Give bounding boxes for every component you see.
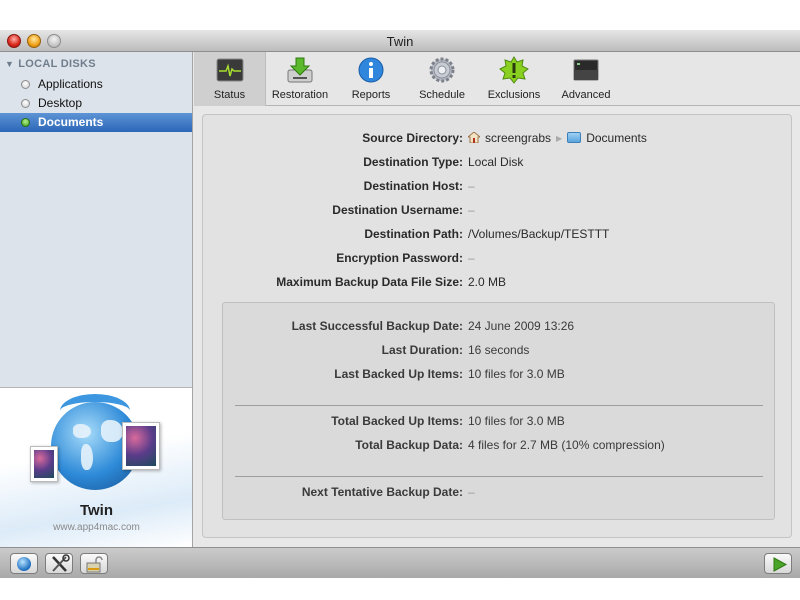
status-dot-icon — [21, 80, 30, 89]
field-label: Destination Host: — [363, 179, 463, 193]
field-label: Total Backup Data: — [355, 438, 463, 452]
home-icon — [468, 132, 480, 143]
lock-icon — [86, 556, 103, 573]
field-value: Local Disk — [468, 155, 524, 169]
field-value: 24 June 2009 13:26 — [468, 319, 575, 333]
status-panel: Source Directory: screengrabs ▶ Documents … — [202, 114, 792, 538]
field-value: – — [468, 485, 475, 499]
field-value: – — [468, 251, 475, 265]
sidebar-item-label: Desktop — [38, 96, 83, 110]
status-monitor-icon — [216, 58, 243, 82]
field-value: 10 files for 3.0 MB — [468, 367, 565, 381]
destination-host-row: Destination Host: – — [203, 179, 793, 197]
tab-status[interactable]: Status — [194, 52, 266, 106]
field-label: Last Duration: — [381, 343, 463, 357]
app-window: Twin ▼ LOCAL DISKS Applications Desktop D… — [0, 30, 800, 578]
field-label: Source Directory: — [362, 131, 463, 145]
destination-username-row: Destination Username: – — [203, 203, 793, 221]
path-home: screengrabs — [485, 131, 552, 145]
path-separator-icon: ▶ — [556, 134, 563, 143]
terminal-icon — [573, 59, 599, 81]
window-title: Twin — [386, 34, 414, 49]
field-value: 10 files for 3.0 MB — [468, 414, 565, 428]
promo-app-name: Twin — [79, 502, 114, 519]
tab-label: Restoration — [271, 89, 329, 101]
tab-label: Advanced — [561, 89, 611, 101]
field-label: Destination Type: — [363, 155, 463, 169]
field-label: Total Backed Up Items: — [331, 414, 463, 428]
tab-label: Status — [213, 89, 246, 101]
info-icon — [358, 57, 384, 83]
web-globe-icon — [17, 557, 31, 571]
sidebar-item-applications[interactable]: Applications — [0, 75, 192, 94]
restore-disk-icon — [287, 57, 313, 83]
start-backup-button[interactable] — [764, 553, 792, 574]
sidebar-item-desktop[interactable]: Desktop — [0, 94, 192, 113]
tools-icon — [52, 554, 70, 572]
total-backup-data-row: Total Backup Data: 4 files for 2.7 MB (1… — [223, 438, 776, 456]
field-value: /Volumes/Backup/TESTTT — [468, 227, 610, 241]
status-dot-icon — [21, 118, 30, 127]
sidebar-item-documents[interactable]: Documents — [0, 113, 192, 132]
divider — [235, 405, 763, 406]
field-label: Last Successful Backup Date: — [291, 319, 463, 333]
sidebar: ▼ LOCAL DISKS Applications Desktop Docume… — [0, 52, 193, 387]
field-value: – — [468, 203, 475, 217]
encryption-password-row: Encryption Password: – — [203, 251, 793, 269]
field-label: Maximum Backup Data File Size: — [276, 275, 463, 289]
last-backed-up-items-row: Last Backed Up Items: 10 files for 3.0 M… — [223, 367, 776, 385]
field-label: Next Tentative Backup Date: — [301, 485, 463, 499]
tab-restoration[interactable]: Restoration — [266, 52, 334, 106]
promo-url-link[interactable]: www.app4mac.com — [0, 522, 193, 533]
sidebar-section-local-disks[interactable]: ▼ LOCAL DISKS — [5, 58, 96, 70]
destination-path-row: Destination Path: /Volumes/Backup/TESTTT — [203, 227, 793, 245]
toolbar: Status Restoration Reports Schedule Excl… — [194, 52, 800, 106]
next-backup-date-row: Next Tentative Backup Date: – — [223, 485, 776, 503]
bottom-bar — [0, 547, 800, 578]
sidebar-item-label: Applications — [38, 77, 103, 91]
tab-advanced[interactable]: Advanced — [551, 52, 621, 106]
field-label: Encryption Password: — [336, 251, 463, 265]
source-directory-path[interactable]: screengrabs ▶ Documents — [468, 131, 647, 145]
field-label: Last Backed Up Items: — [334, 367, 463, 381]
field-label: Destination Username: — [332, 203, 463, 217]
document-icon — [30, 446, 58, 482]
field-value: 4 files for 2.7 MB (10% compression) — [468, 438, 665, 452]
photo-document-icon — [122, 422, 160, 470]
last-backup-date-row: Last Successful Backup Date: 24 June 200… — [223, 319, 776, 337]
max-file-size-row: Maximum Backup Data File Size: 2.0 MB — [203, 275, 793, 293]
path-folder: Documents — [586, 131, 647, 145]
folder-icon — [567, 132, 582, 143]
total-backed-up-items-row: Total Backed Up Items: 10 files for 3.0 … — [223, 414, 776, 432]
backup-summary-box: Last Successful Backup Date: 24 June 200… — [222, 302, 775, 520]
gear-icon — [429, 57, 455, 83]
last-duration-row: Last Duration: 16 seconds — [223, 343, 776, 361]
field-value: 16 seconds — [468, 343, 530, 357]
destination-type-row: Destination Type: Local Disk — [203, 155, 793, 173]
sidebar-item-label: Documents — [38, 115, 104, 129]
tab-label: Reports — [351, 89, 391, 101]
tab-exclusions[interactable]: Exclusions — [479, 52, 549, 106]
website-button[interactable] — [10, 553, 38, 574]
field-label: Destination Path: — [364, 227, 463, 241]
exclamation-badge-icon — [499, 56, 529, 84]
field-value: – — [468, 179, 475, 193]
source-directory-row: Source Directory: screengrabs ▶ Documents — [203, 131, 793, 149]
tab-schedule[interactable]: Schedule — [408, 52, 476, 106]
tab-label: Exclusions — [487, 89, 541, 101]
sync-arrow-icon — [60, 394, 130, 428]
tab-reports[interactable]: Reports — [337, 52, 405, 106]
title-bar: Twin — [0, 30, 800, 52]
play-icon — [773, 557, 788, 572]
sidebar-section-label: LOCAL DISKS — [18, 58, 96, 70]
tab-label: Schedule — [419, 89, 465, 101]
lock-button[interactable] — [80, 553, 108, 574]
app-promo-panel: Twin www.app4mac.com — [0, 387, 193, 547]
field-value: 2.0 MB — [468, 275, 507, 289]
status-dot-icon — [21, 99, 30, 108]
divider — [235, 476, 763, 477]
disclosure-triangle-icon[interactable]: ▼ — [5, 59, 14, 69]
preferences-button[interactable] — [45, 553, 73, 574]
